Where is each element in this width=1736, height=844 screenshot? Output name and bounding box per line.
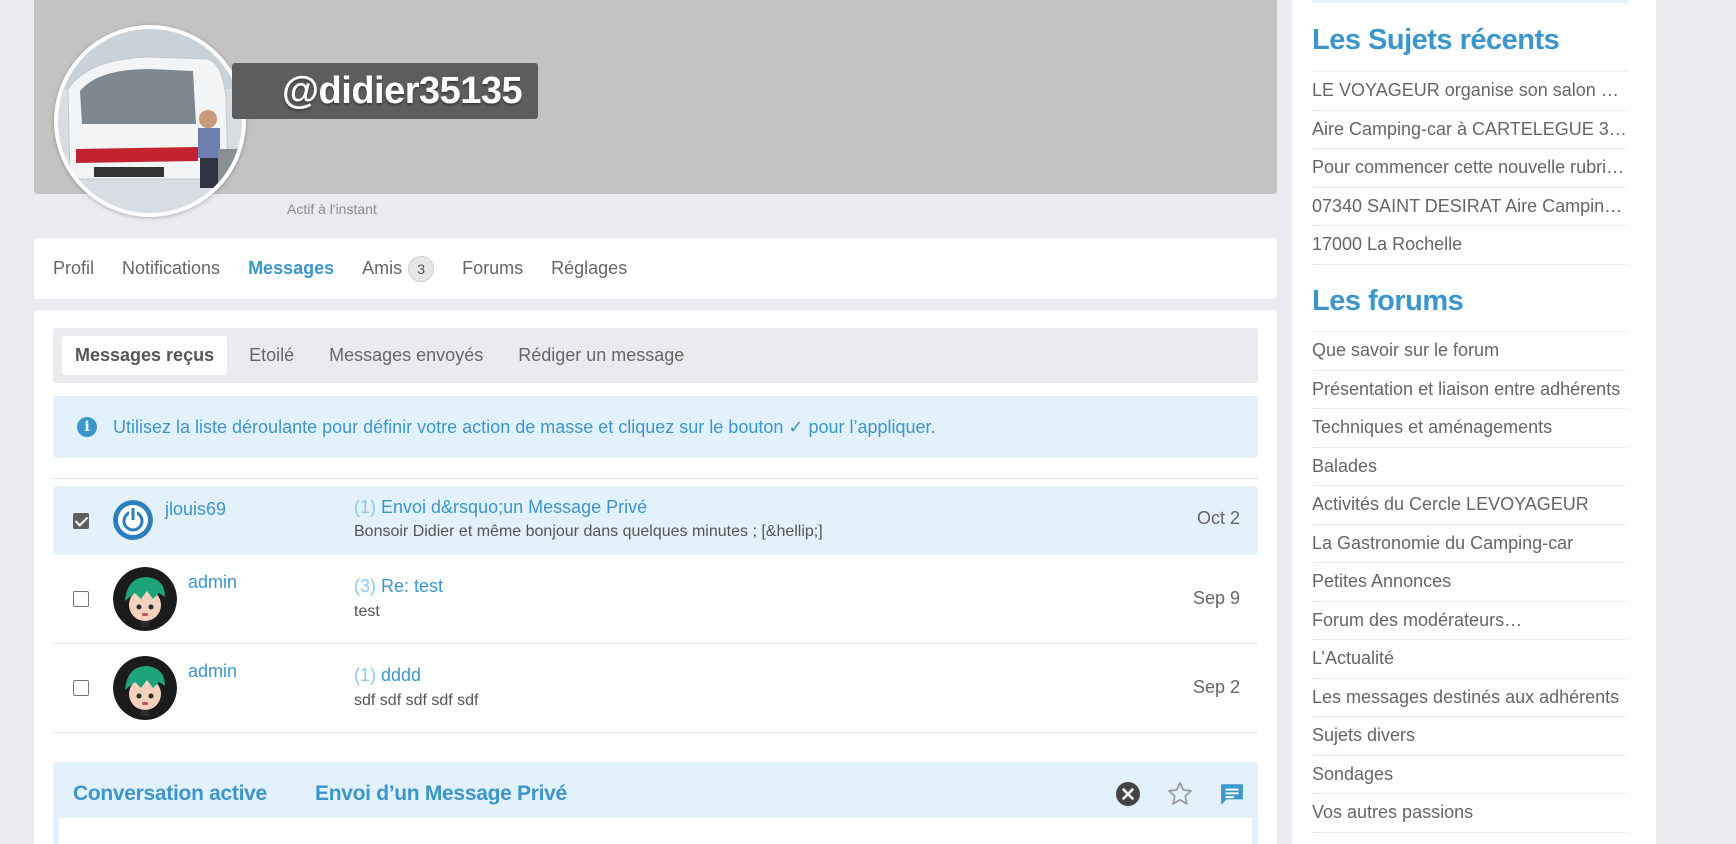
thread-author[interactable]: admin bbox=[188, 572, 237, 593]
thread-row[interactable]: jlouis69 (1) Envoi d&rsquo;un Message Pr… bbox=[53, 486, 1258, 555]
recent-topics-list: LE VOYAGEUR organise son salon du … Aire… bbox=[1312, 72, 1628, 265]
avatar[interactable] bbox=[113, 567, 177, 631]
profile-avatar[interactable] bbox=[54, 25, 246, 217]
forum-link[interactable]: Vos autres passions bbox=[1312, 794, 1628, 833]
forum-link[interactable]: Petites Annonces bbox=[1312, 563, 1628, 602]
profile-username: @didier35135 bbox=[232, 63, 538, 119]
thread-subject-text: Envoi d&rsquo;un Message Privé bbox=[381, 497, 648, 517]
star-icon[interactable] bbox=[1154, 778, 1206, 810]
forum-link[interactable]: Sondages bbox=[1312, 756, 1628, 794]
profile-nav: Profil Notifications Messages Amis 3 For… bbox=[34, 238, 1277, 299]
forum-link[interactable]: Forum des modérateurs… bbox=[1312, 602, 1628, 640]
nav-notifications[interactable]: Notifications bbox=[122, 258, 220, 279]
conversation-label: Conversation active bbox=[73, 782, 267, 805]
forum-link[interactable]: Balades bbox=[1312, 448, 1628, 486]
nav-forums[interactable]: Forums bbox=[462, 258, 523, 279]
thread-subject[interactable]: (1) Envoi d&rsquo;un Message Privé bbox=[354, 497, 647, 518]
avatar[interactable] bbox=[113, 500, 153, 540]
thread-excerpt: test bbox=[354, 603, 380, 620]
forums-list: Que savoir sur le forum Présentation et … bbox=[1312, 332, 1628, 833]
thread-list: jlouis69 (1) Envoi d&rsquo;un Message Pr… bbox=[53, 478, 1258, 733]
thread-checkbox[interactable] bbox=[73, 591, 89, 607]
info-text: Utilisez la liste déroulante pour défini… bbox=[113, 416, 936, 437]
messages-subnav: Messages reçus Etoilé Messages envoyés R… bbox=[53, 328, 1258, 383]
thread-subject[interactable]: (3) Re: test bbox=[354, 576, 443, 597]
recent-topic-link[interactable]: 07340 SAINT DESIRAT Aire Camping… bbox=[1312, 188, 1628, 226]
nav-messages[interactable]: Messages bbox=[248, 258, 334, 279]
thread-excerpt: Bonsoir Didier et même bonjour dans quel… bbox=[354, 523, 823, 540]
motorhome-photo bbox=[58, 29, 242, 213]
forum-link[interactable]: Les messages destinés aux adhérents bbox=[1312, 679, 1628, 717]
nav-amis-label: Amis bbox=[362, 258, 403, 278]
friends-count-badge: 3 bbox=[408, 255, 435, 282]
thread-subject[interactable]: (1) dddd bbox=[354, 665, 421, 686]
nav-reglages[interactable]: Réglages bbox=[551, 258, 627, 279]
last-active-status: Actif à l'instant bbox=[287, 201, 377, 217]
recent-topic-link[interactable]: Pour commencer cette nouvelle rubri… bbox=[1312, 149, 1628, 188]
thread-checkbox[interactable] bbox=[73, 680, 89, 696]
nav-amis[interactable]: Amis 3 bbox=[362, 255, 435, 282]
recent-topic-link[interactable]: 17000 La Rochelle bbox=[1312, 226, 1628, 265]
thread-author[interactable]: admin bbox=[188, 661, 237, 682]
forum-link[interactable]: Que savoir sur le forum bbox=[1312, 332, 1628, 371]
forum-link[interactable]: Sujets divers bbox=[1312, 717, 1628, 756]
thread-row[interactable]: admin (3) Re: test test Sep 9 bbox=[53, 555, 1258, 644]
forum-link[interactable]: L’Actualité bbox=[1312, 640, 1628, 679]
conversation-actions bbox=[1102, 778, 1258, 810]
power-icon bbox=[113, 500, 153, 540]
bulk-action-info: i Utilisez la liste déroulante pour défi… bbox=[53, 396, 1258, 458]
forum-link[interactable]: Techniques et aménagements bbox=[1312, 409, 1628, 448]
admin-avatar-icon bbox=[113, 567, 177, 631]
thread-checkbox[interactable] bbox=[73, 512, 89, 529]
sidebar-divider bbox=[1312, 0, 1628, 3]
thread-subject-text: Re: test bbox=[381, 576, 444, 596]
forum-link[interactable]: Présentation et liaison entre adhérents bbox=[1312, 371, 1628, 409]
recent-topics-title: Les Sujets récents bbox=[1312, 24, 1560, 56]
thread-excerpt: sdf sdf sdf sdf sdf bbox=[354, 692, 479, 709]
nav-profil[interactable]: Profil bbox=[53, 258, 94, 279]
thread-count: (1) bbox=[354, 497, 376, 517]
conversation-body bbox=[59, 818, 1252, 844]
conversation-subject: Envoi d’un Message Privé bbox=[315, 782, 567, 805]
thread-subject-text: dddd bbox=[381, 665, 422, 685]
thread-date: Sep 9 bbox=[1192, 588, 1240, 608]
recent-topic-link[interactable]: Aire Camping-car à CARTELEGUE 33 … bbox=[1312, 111, 1628, 149]
forum-link[interactable]: Activités du Cercle LEVOYAGEUR bbox=[1312, 486, 1628, 525]
reply-icon[interactable] bbox=[1206, 778, 1258, 810]
info-icon: i bbox=[77, 417, 97, 437]
active-conversation: Conversation active Envoi d’un Message P… bbox=[53, 762, 1258, 844]
thread-row[interactable]: admin (1) dddd sdf sdf sdf sdf sdf Sep 2 bbox=[53, 644, 1258, 733]
tab-messages-recus[interactable]: Messages reçus bbox=[62, 336, 228, 375]
tab-etoile[interactable]: Etoilé bbox=[236, 336, 307, 375]
tab-messages-envoyes[interactable]: Messages envoyés bbox=[316, 336, 496, 375]
thread-date: Oct 2 bbox=[1196, 508, 1240, 528]
thread-count: (1) bbox=[354, 665, 376, 685]
sidebar: Les Sujets récents LE VOYAGEUR organise … bbox=[1292, 0, 1656, 844]
avatar[interactable] bbox=[113, 656, 177, 720]
forum-link[interactable]: La Gastronomie du Camping-car bbox=[1312, 525, 1628, 563]
recent-topic-link[interactable]: LE VOYAGEUR organise son salon du … bbox=[1312, 72, 1628, 111]
thread-author[interactable]: jlouis69 bbox=[165, 499, 226, 520]
thread-date: Sep 2 bbox=[1192, 677, 1240, 697]
admin-avatar-icon bbox=[113, 656, 177, 720]
close-icon[interactable] bbox=[1102, 778, 1154, 810]
thread-count: (3) bbox=[354, 576, 376, 596]
forums-title: Les forums bbox=[1312, 285, 1464, 317]
messages-panel: Messages reçus Etoilé Messages envoyés R… bbox=[34, 310, 1277, 844]
tab-rediger-message[interactable]: Rédiger un message bbox=[505, 336, 697, 375]
